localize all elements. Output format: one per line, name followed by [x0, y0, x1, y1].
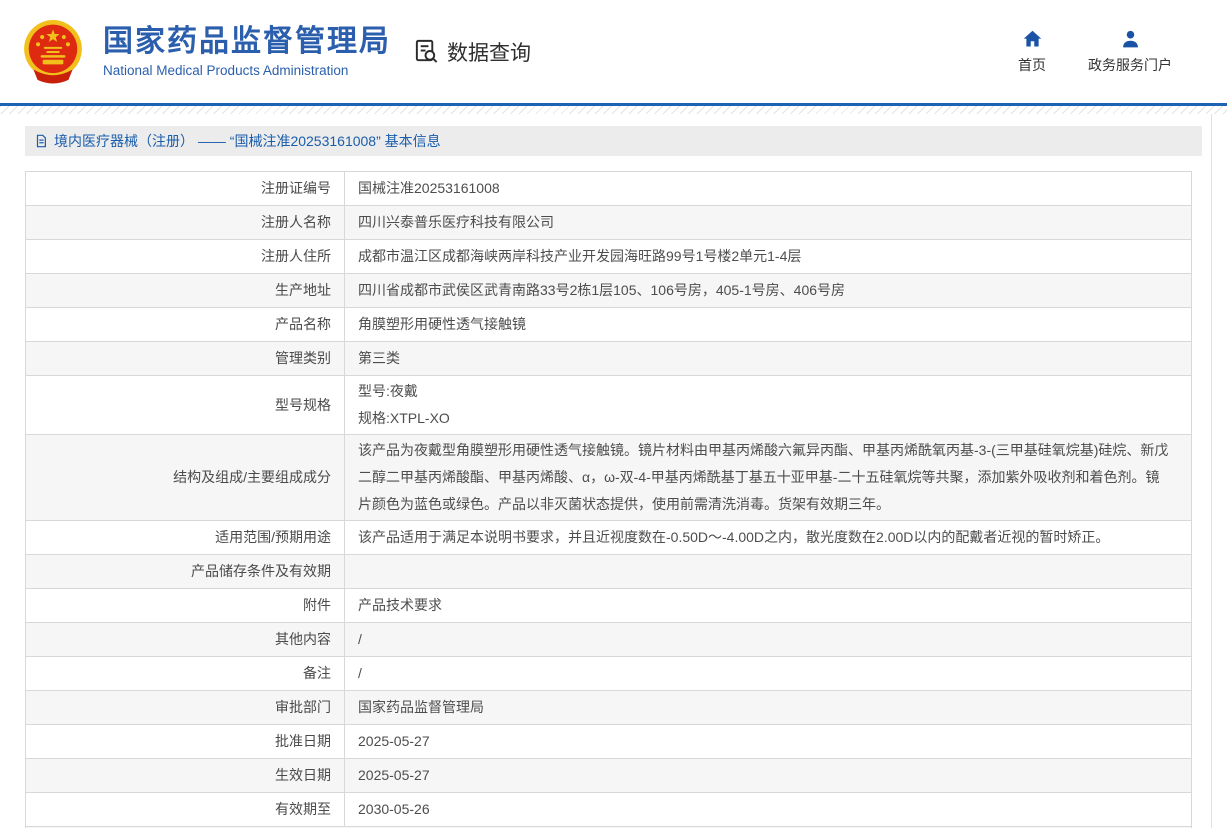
field-value: 该产品适用于满足本说明书要求，并且近视度数在-0.50D～-4.00D之内，散光… [345, 521, 1191, 554]
table-row: 批准日期 2025-05-27 [26, 725, 1191, 759]
page-right-edge [1211, 114, 1212, 828]
document-icon [34, 134, 48, 148]
doc-search-icon [413, 38, 440, 65]
field-label: 其他内容 [26, 623, 345, 656]
table-row: 产品储存条件及有效期 [26, 555, 1191, 589]
field-value: 第三类 [345, 342, 1191, 375]
data-query-section-title[interactable]: 数据查询 [413, 37, 531, 67]
field-value: 2030-05-26 [345, 793, 1191, 826]
field-value: 国家药品监督管理局 [345, 691, 1191, 724]
field-label: 注册证编号 [26, 172, 345, 205]
table-row: 生产地址 四川省成都市武侯区武青南路33号2栋1层105、106号房，405-1… [26, 274, 1191, 308]
table-row: 有效期至 2030-05-26 [26, 793, 1191, 827]
table-row: 审批部门 国家药品监督管理局 [26, 691, 1191, 725]
nav-home-label: 首页 [1018, 55, 1046, 75]
hatch-stripe [0, 106, 1227, 114]
field-label: 注册人住所 [26, 240, 345, 273]
field-value: 2025-05-27 [345, 759, 1191, 792]
field-label: 批准日期 [26, 725, 345, 758]
brand[interactable]: 国家药品监督管理局 National Medical Products Admi… [20, 19, 391, 85]
nav-gov-service-portal[interactable]: 政务服务门户 [1088, 29, 1172, 75]
field-label: 注册人名称 [26, 206, 345, 239]
field-value [345, 555, 1191, 588]
table-row: 结构及组成/主要组成成分 该产品为夜戴型角膜塑形用硬性透气接触镜。镜片材料由甲基… [26, 435, 1191, 521]
page: 国家药品监督管理局 National Medical Products Admi… [0, 0, 1227, 828]
brand-text: 国家药品监督管理局 National Medical Products Admi… [103, 25, 391, 78]
nav-home[interactable]: 首页 [1018, 29, 1046, 75]
table-row: 注册证编号 国械注准20253161008 [26, 172, 1191, 206]
field-label: 管理类别 [26, 342, 345, 375]
table-row: 附件 产品技术要求 [26, 589, 1191, 623]
table-row: 生效日期 2025-05-27 [26, 759, 1191, 793]
nav-portal-label: 政务服务门户 [1088, 55, 1172, 75]
field-value: 产品技术要求 [345, 589, 1191, 622]
field-value: 2025-05-27 [345, 725, 1191, 758]
table-row: 型号规格 型号:夜戴 规格:XTPL-XO [26, 376, 1191, 435]
field-label: 结构及组成/主要组成成分 [26, 435, 345, 520]
table-row: 注册人名称 四川兴泰普乐医疗科技有限公司 [26, 206, 1191, 240]
field-value: 型号:夜戴 规格:XTPL-XO [345, 376, 1191, 434]
org-name-cn: 国家药品监督管理局 [103, 25, 391, 60]
field-value: / [345, 623, 1191, 656]
field-value: 成都市温江区成都海峡两岸科技产业开发园海旺路99号1号楼2单元1-4层 [345, 240, 1191, 273]
field-value: / [345, 657, 1191, 690]
table-row: 产品名称 角膜塑形用硬性透气接触镜 [26, 308, 1191, 342]
field-label: 有效期至 [26, 793, 345, 826]
org-name-en: National Medical Products Administration [103, 63, 391, 78]
table-row: 管理类别 第三类 [26, 342, 1191, 376]
field-value: 该产品为夜戴型角膜塑形用硬性透气接触镜。镜片材料由甲基丙烯酸六氟异丙酯、甲基丙烯… [345, 435, 1191, 520]
field-label: 适用范围/预期用途 [26, 521, 345, 554]
field-label: 产品名称 [26, 308, 345, 341]
field-value: 四川兴泰普乐医疗科技有限公司 [345, 206, 1191, 239]
field-label: 生产地址 [26, 274, 345, 307]
user-icon [1120, 29, 1141, 50]
field-label: 产品储存条件及有效期 [26, 555, 345, 588]
national-emblem-icon [20, 19, 86, 85]
table-row: 注册人住所 成都市温江区成都海峡两岸科技产业开发园海旺路99号1号楼2单元1-4… [26, 240, 1191, 274]
breadcrumb-text[interactable]: 境内医疗器械（注册） —— “国械注准20253161008” 基本信息 [54, 131, 441, 151]
table-row: 适用范围/预期用途 该产品适用于满足本说明书要求，并且近视度数在-0.50D～-… [26, 521, 1191, 555]
field-label: 附件 [26, 589, 345, 622]
data-query-label: 数据查询 [447, 37, 531, 67]
info-table: 注册证编号 国械注准20253161008 注册人名称 四川兴泰普乐医疗科技有限… [25, 171, 1192, 828]
breadcrumb: 境内医疗器械（注册） —— “国械注准20253161008” 基本信息 [25, 126, 1202, 156]
field-value: 角膜塑形用硬性透气接触镜 [345, 308, 1191, 341]
field-label: 生效日期 [26, 759, 345, 792]
top-nav: 首页 政务服务门户 [1018, 29, 1172, 75]
field-label: 审批部门 [26, 691, 345, 724]
field-label: 备注 [26, 657, 345, 690]
table-row: 其他内容 / [26, 623, 1191, 657]
site-header: 国家药品监督管理局 National Medical Products Admi… [0, 0, 1227, 103]
home-icon [1022, 29, 1043, 50]
field-value: 国械注准20253161008 [345, 172, 1191, 205]
field-value: 四川省成都市武侯区武青南路33号2栋1层105、106号房，405-1号房、40… [345, 274, 1191, 307]
table-row: 备注 / [26, 657, 1191, 691]
main-content: 境内医疗器械（注册） —— “国械注准20253161008” 基本信息 注册证… [0, 114, 1227, 828]
field-label: 型号规格 [26, 376, 345, 434]
